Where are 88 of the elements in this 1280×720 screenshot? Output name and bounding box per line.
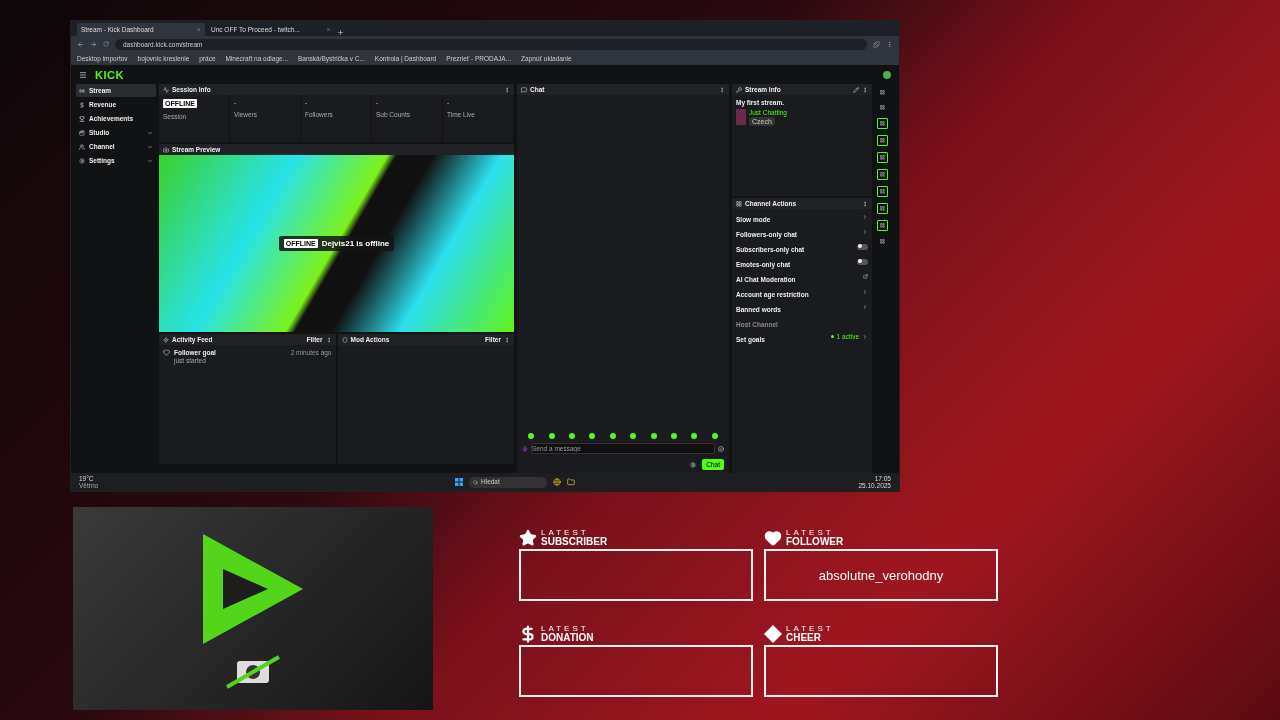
camera-icon [163,146,169,153]
start-icon[interactable] [455,478,463,486]
emote-icon[interactable] [609,433,616,439]
trophy-icon [79,115,85,122]
more-icon[interactable] [504,86,510,93]
alert-label: SUBSCRIBER [541,537,608,547]
extensions-icon[interactable] [873,40,880,48]
grid-icon [879,105,885,110]
emote-icon[interactable] [711,433,718,439]
edit-icon[interactable] [853,86,859,93]
alert-label: CHEER [786,632,822,643]
more-icon[interactable] [719,86,725,93]
chat-icon [521,86,527,93]
alert-label: DONATION [541,632,594,643]
emote-icon[interactable] [568,433,575,439]
emote-icon[interactable] [528,433,535,439]
more-icon[interactable] [504,336,510,343]
smiley-icon[interactable] [718,445,724,452]
emote-icon[interactable] [691,433,698,439]
logo[interactable]: KICK [95,69,124,81]
category-thumbnail [736,109,746,126]
heart-icon [163,349,170,356]
toolbar-button[interactable] [876,152,888,163]
users-icon [79,143,85,150]
grid-icon [879,206,885,211]
toolbar-button[interactable] [876,169,888,180]
lightning-icon [163,336,169,343]
grid-icon [879,239,885,244]
grid-icon [879,90,885,95]
menu-icon[interactable] [79,71,87,79]
chevron-right-icon [862,228,868,235]
more-icon[interactable] [862,200,868,207]
broadcast-icon [79,87,85,94]
avatar-icon[interactable] [883,71,891,79]
clapperboard-icon [79,129,85,136]
browser-icon[interactable] [553,478,561,486]
forward-icon[interactable] [90,40,97,48]
more-icon[interactable] [862,86,868,93]
dollar-icon [519,624,537,643]
wrench-icon [736,86,742,93]
alert-prefix: LATEST [786,624,834,633]
emote-icon[interactable] [630,433,637,439]
close-icon[interactable] [326,27,331,32]
diamond-icon [764,624,782,643]
offline-message: Dejvis21 is offline [321,239,390,248]
pulse-icon [163,86,169,93]
folder-icon[interactable] [567,478,575,486]
grid-icon [879,121,885,126]
grid-icon [736,200,742,207]
chevron-right-icon [862,288,868,295]
alert-label: FOLLOWER [786,537,844,547]
settings-icon [79,157,85,164]
search-icon [473,479,478,485]
status-dot [830,335,834,338]
toolbar-button[interactable] [876,118,888,129]
emote-icon[interactable] [548,433,555,439]
dollar-icon [79,101,85,108]
toolbar-button[interactable] [876,203,888,214]
grid-icon [879,172,885,177]
emote-icon[interactable] [650,433,657,439]
grid-icon [879,223,885,228]
close-icon[interactable] [196,27,201,32]
shield-icon [341,336,348,343]
heart-icon [764,529,782,547]
alert-prefix: LATEST [541,624,590,633]
new-tab-icon[interactable] [337,29,344,36]
toggle-switch[interactable] [857,243,868,250]
alert-prefix: LATEST [541,529,590,537]
reload-icon[interactable] [103,41,109,47]
toolbar-button[interactable] [876,220,888,231]
emote-icon[interactable] [670,433,677,439]
chevron-right-icon [862,303,868,310]
more-icon[interactable] [325,336,332,343]
alert-prefix: LATEST [786,529,835,537]
grid-icon [879,138,885,143]
chevron-right-icon [862,333,868,340]
grid-icon [879,155,885,160]
emote-icon[interactable] [589,433,596,439]
toolbar-button[interactable] [876,186,888,197]
chevron-right-icon [862,213,868,220]
toolbar-button[interactable] [876,135,888,146]
grid-icon [879,189,885,194]
back-icon[interactable] [77,40,84,48]
alert-value: absolutne_verohodny [818,567,944,583]
settings-icon[interactable] [690,461,697,468]
toggle-switch[interactable] [857,258,868,265]
star-icon [519,529,537,547]
external-link-icon [863,274,868,279]
